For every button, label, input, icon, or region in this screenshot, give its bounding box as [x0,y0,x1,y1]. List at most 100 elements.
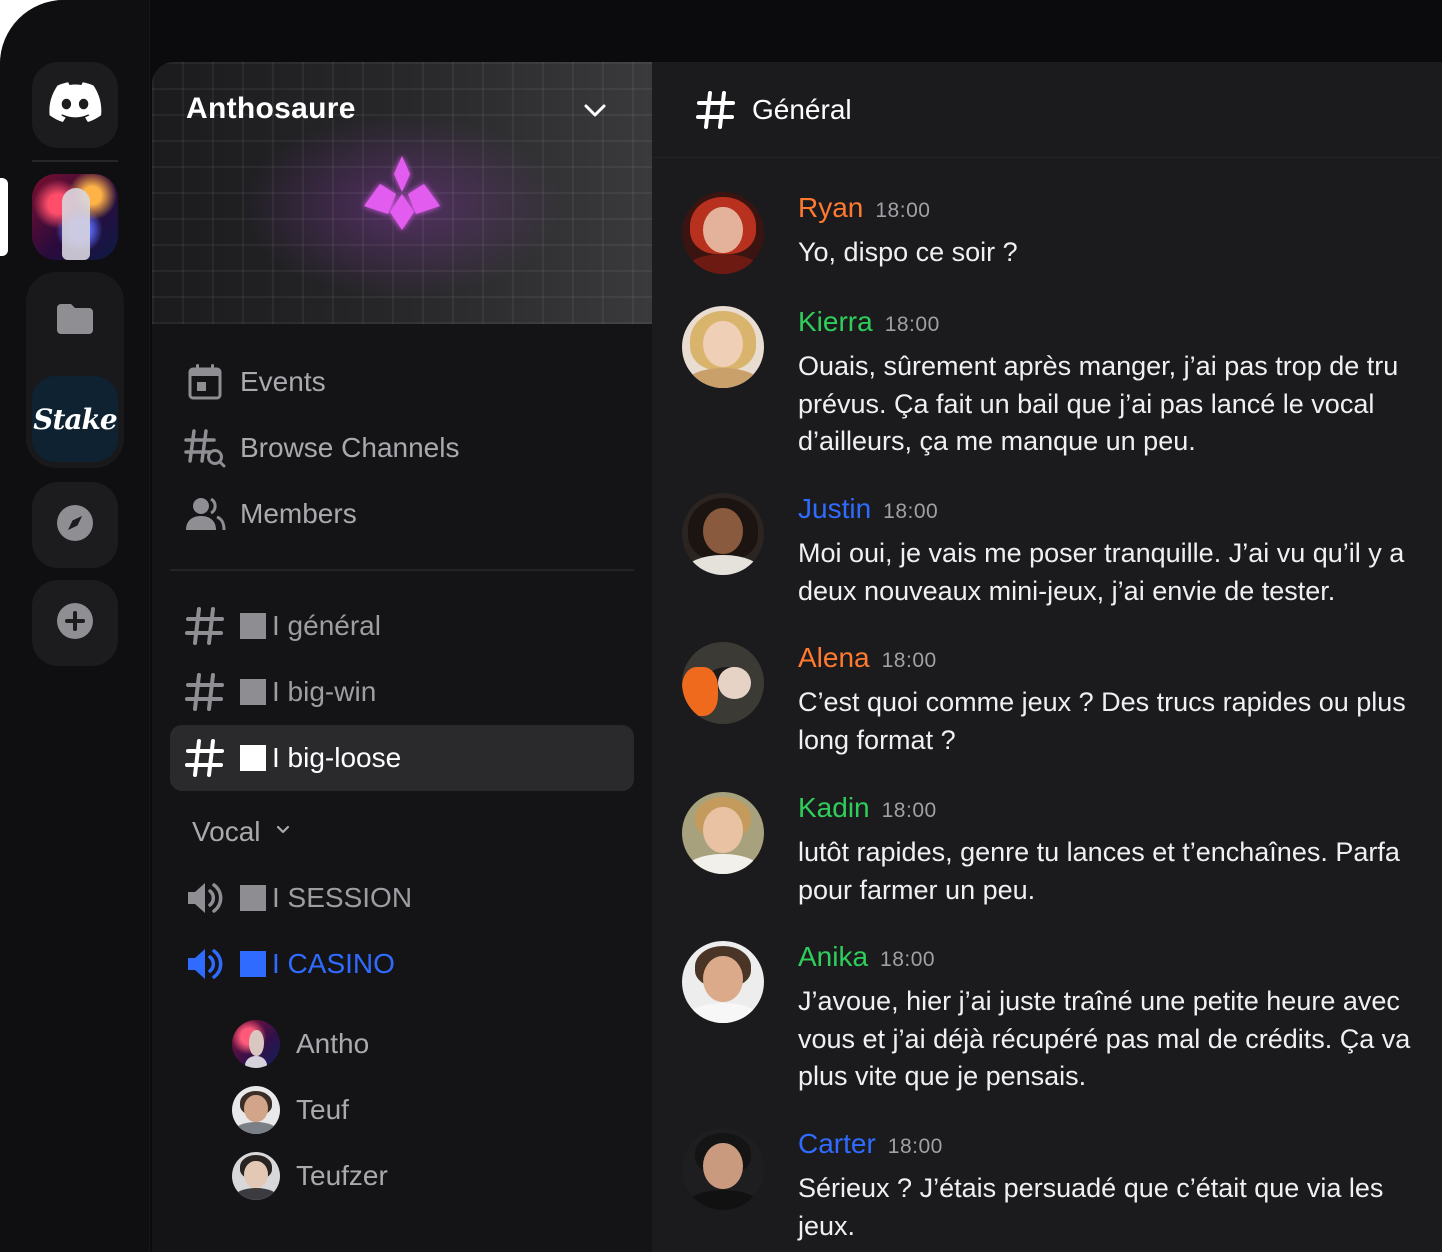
voice-channel-casino[interactable]: I CASINO [170,931,634,997]
voice-channel-name: I CASINO [272,948,395,979]
avatar[interactable] [682,941,764,1023]
message-author[interactable]: Carter [798,1128,876,1160]
message-time: 18:00 [881,649,937,672]
message-text-line: C’est quoi comme jeux ? Des trucs rapide… [798,687,1406,717]
message-text-line: plus vite que je pensais. [798,1061,1087,1091]
vocal-category[interactable]: Vocal [192,816,291,848]
voice-user-name: Antho [296,1028,370,1059]
message-author[interactable]: Kierra [798,306,873,338]
message-author[interactable]: Ryan [798,192,863,224]
voice-user-name: Teufzer [296,1160,388,1191]
menu-browse-channels-label: Browse Channels [240,432,460,463]
calendar-icon [184,361,226,403]
chat-header: Général [652,62,1442,158]
server-banner: Anthosaure [152,62,652,324]
message-text-line: prévus. Ça fait un bail que j’ai pas lan… [798,388,1375,419]
menu-members-label: Members [240,498,357,529]
voice-channel-name: I SESSION [272,882,413,913]
menu-browse-channels[interactable]: Browse Channels [184,426,459,470]
server-avatar-anthosaure[interactable] [32,174,118,260]
hash-icon [184,605,226,647]
channel-general[interactable]: I général [170,593,634,659]
message-time: 18:00 [875,199,931,222]
message-time: 18:00 [881,799,937,822]
home-button[interactable] [32,62,118,148]
explore-button[interactable] [32,482,118,568]
avatar[interactable] [682,792,764,874]
folder-button[interactable] [32,278,118,364]
avatar [232,1152,280,1200]
menu-events[interactable]: Events [184,360,326,404]
server-rail: Stake [0,0,150,1252]
channel-emoji-square [240,613,266,639]
speaker-icon [184,943,226,985]
message-author[interactable]: Anika [798,941,868,973]
server-logo-icon [360,154,444,243]
avatar[interactable] [682,642,764,724]
vocal-category-label: Vocal [192,816,261,847]
voice-channel-session[interactable]: I SESSION [170,865,634,931]
server-stake[interactable]: Stake [32,376,118,462]
add-server-button[interactable] [32,580,118,666]
channel-big-loose[interactable]: I big-loose [170,725,634,791]
message-time: 18:00 [887,1135,943,1158]
message-text-line: d’ailleurs, ça me manque un peu. [798,426,1196,456]
chat-area: Général Ryan 18:00 Yo, dispo ce soir ? K… [652,62,1442,1252]
folder-icon [55,302,95,341]
channel-emoji-square [240,951,266,977]
message-text-line: Moi oui, je vais me poser tranquille. J’… [798,538,1405,568]
message-text-line: long format ? [798,724,956,755]
plus-icon [55,601,95,646]
message-time: 18:00 [880,948,936,971]
voice-user-antho[interactable]: Antho [232,1019,369,1069]
message-text-line: lutôt rapides, genre tu lances et t’ench… [798,837,1400,867]
message-time: 18:00 [883,500,939,523]
chevron-down-icon[interactable] [580,96,610,131]
chevron-down-icon [275,822,291,843]
channel-emoji-square [240,745,266,771]
server-name[interactable]: Anthosaure [186,92,356,126]
message-author[interactable]: Kadin [798,792,870,824]
voice-user-teufzer[interactable]: Teufzer [232,1151,388,1201]
server-folder[interactable]: Stake [26,272,124,468]
message-text-line: jeux. [798,1210,856,1241]
hash-icon [184,737,226,779]
message-text-line: Sérieux ? J’étais persuadé que c’était q… [798,1173,1384,1203]
channel-big-win[interactable]: I big-win [170,659,634,725]
members-icon [184,493,226,535]
avatar[interactable] [682,192,764,274]
menu-members[interactable]: Members [184,492,357,536]
speaker-icon [184,877,226,919]
stake-logo: Stake [33,402,118,436]
hash-icon [184,671,226,713]
voice-user-name: Teuf [296,1094,349,1125]
browse-channels-icon [184,427,226,469]
channel-name: I big-loose [272,742,402,773]
panel-divider [170,569,634,571]
chat-channel-title: Général [752,93,852,125]
message-text-line: deux nouveaux mini-jeux, j’ai envie de t… [798,575,1336,606]
message-text-line: Yo, dispo ce soir ? [798,237,1018,267]
message-author[interactable]: Justin [798,493,871,525]
message-text-line: pour farmer un peu. [798,874,1036,905]
message-author[interactable]: Alena [798,642,870,674]
menu-events-label: Events [240,366,326,397]
channel-panel: Anthosaure Events Browse Channels Member… [152,62,652,1252]
voice-user-teuf[interactable]: Teuf [232,1085,349,1135]
channel-name: I général [272,610,381,641]
avatar [232,1020,280,1068]
hash-icon [696,90,736,130]
channel-emoji-square [240,885,266,911]
avatar[interactable] [682,1128,764,1210]
discord-icon [48,81,102,129]
avatar [232,1086,280,1134]
avatar[interactable] [682,306,764,388]
message-text-line: Ouais, sûrement après manger, j’ai pas t… [798,351,1399,381]
channel-name: I big-win [272,676,377,707]
avatar[interactable] [682,493,764,575]
rail-divider [32,160,118,162]
channel-emoji-square [240,679,266,705]
app-window: Stake Anthosaure Events Browse Channels … [0,0,1442,1252]
message-time: 18:00 [884,313,940,336]
compass-icon [55,503,95,548]
